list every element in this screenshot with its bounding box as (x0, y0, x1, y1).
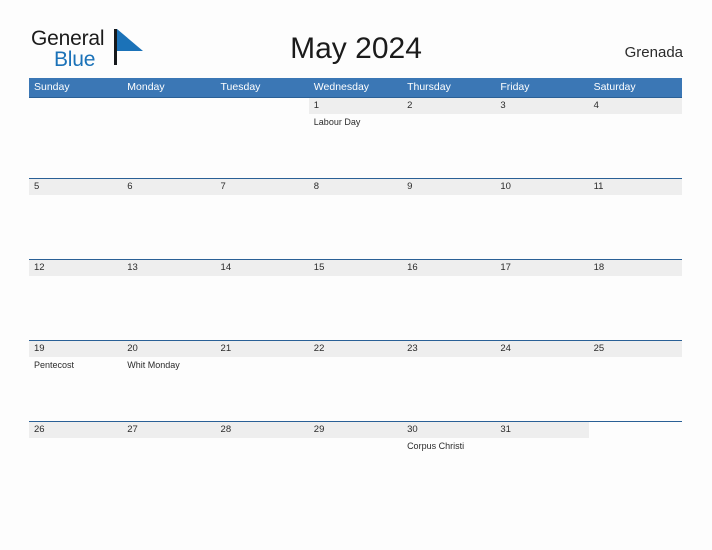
day-event-cell (402, 114, 495, 178)
day-number-cell[interactable]: 8 (308, 179, 403, 195)
calendar-page: General Blue May 2024 Grenada Sunday Mon… (0, 0, 712, 550)
day-event-cell (589, 114, 682, 178)
day-number-cell[interactable]: 7 (215, 179, 309, 195)
weekday-header-saturday: Saturday (593, 81, 636, 93)
week-daynumber-band: 5 6 7 8 9 10 11 (29, 178, 682, 195)
day-event-cell (495, 195, 588, 259)
day-event-cell (29, 276, 122, 340)
calendar-week-row: 19 20 21 22 23 24 25 Pentecost Whit Mond… (29, 340, 682, 421)
day-event-cell (589, 195, 682, 259)
day-event-cell (402, 195, 495, 259)
day-event-cell (495, 276, 588, 340)
week-event-band (29, 195, 682, 259)
day-event-cell (29, 438, 122, 502)
day-number-cell[interactable]: 29 (308, 422, 403, 438)
day-number-cell[interactable]: 14 (215, 260, 309, 276)
day-number-cell[interactable]: 27 (122, 422, 216, 438)
day-event-cell: Whit Monday (127, 360, 180, 370)
day-number-cell[interactable]: 19 (29, 341, 123, 357)
day-event-cell (589, 276, 682, 340)
day-event-cell (309, 276, 402, 340)
day-event-cell (29, 195, 122, 259)
day-number-cell[interactable]: 30 (402, 422, 496, 438)
day-event-cell (216, 438, 309, 502)
week-event-band: Corpus Christi (29, 438, 682, 502)
day-number-cell[interactable]: 20 (122, 341, 216, 357)
day-number-cell[interactable] (122, 98, 216, 114)
day-number-cell[interactable]: 25 (588, 341, 682, 357)
day-event-cell: Labour Day (313, 117, 361, 127)
week-daynumber-band: 19 20 21 22 23 24 25 (29, 340, 682, 357)
weekday-header-thursday: Thursday (407, 81, 451, 93)
weekday-header-row: Sunday Monday Tuesday Wednesday Thursday… (29, 78, 682, 97)
weekday-header-tuesday: Tuesday (220, 81, 261, 93)
day-number-cell[interactable] (215, 98, 309, 114)
day-event-cell (495, 357, 588, 421)
country-label: Grenada (624, 44, 683, 61)
day-number-cell[interactable]: 23 (402, 341, 496, 357)
page-header: General Blue May 2024 Grenada (0, 0, 712, 76)
day-event-cell (402, 276, 495, 340)
day-event-cell (309, 195, 402, 259)
day-event-cell (216, 357, 309, 421)
day-event-cell: Corpus Christi (407, 441, 465, 451)
day-number-cell[interactable] (29, 98, 123, 114)
day-number-cell[interactable]: 18 (588, 260, 682, 276)
day-event-cell (309, 438, 402, 502)
weekday-header-monday: Monday (127, 81, 165, 93)
day-number-cell[interactable]: 11 (588, 179, 682, 195)
day-number-cell[interactable]: 22 (308, 341, 403, 357)
calendar-week-row: 12 13 14 15 16 17 18 (29, 259, 682, 340)
week-event-band: Labour Day (29, 114, 682, 178)
day-number-cell[interactable]: 1 (308, 98, 403, 114)
day-event-cell (122, 114, 215, 178)
day-event-cell (122, 195, 215, 259)
day-number-cell[interactable]: 15 (308, 260, 403, 276)
calendar-week-row: 1 2 3 4 Labour Day (29, 97, 682, 178)
calendar-week-row: 26 27 28 29 30 31 Corpus Christi (29, 421, 682, 502)
weekday-header-sunday: Sunday (34, 81, 70, 93)
day-number-cell[interactable]: 26 (29, 422, 123, 438)
day-number-cell[interactable]: 16 (402, 260, 496, 276)
week-daynumber-band: 26 27 28 29 30 31 (29, 421, 682, 438)
day-event-cell (122, 438, 215, 502)
day-number-cell[interactable]: 2 (402, 98, 496, 114)
day-event-cell (402, 357, 495, 421)
weekday-header-wednesday: Wednesday (313, 81, 370, 93)
week-event-band: Pentecost Whit Monday (29, 357, 682, 421)
day-event-cell: Pentecost (34, 360, 75, 370)
day-event-cell (309, 357, 402, 421)
day-number-cell[interactable]: 28 (215, 422, 309, 438)
day-event-cell (29, 114, 122, 178)
day-event-cell (495, 438, 588, 502)
day-event-cell (589, 438, 682, 502)
calendar-week-row: 5 6 7 8 9 10 11 (29, 178, 682, 259)
day-number-cell[interactable]: 3 (495, 98, 589, 114)
day-number-cell[interactable]: 17 (495, 260, 589, 276)
day-number-cell[interactable]: 12 (29, 260, 123, 276)
day-number-cell[interactable]: 13 (122, 260, 216, 276)
day-number-cell[interactable]: 21 (215, 341, 309, 357)
day-number-cell[interactable] (588, 422, 682, 438)
day-number-cell[interactable]: 4 (588, 98, 682, 114)
day-event-cell (122, 276, 215, 340)
day-event-cell (216, 114, 309, 178)
day-number-cell[interactable]: 5 (29, 179, 123, 195)
week-daynumber-band: 12 13 14 15 16 17 18 (29, 259, 682, 276)
week-daynumber-band: 1 2 3 4 (29, 97, 682, 114)
day-event-cell (495, 114, 588, 178)
week-event-band (29, 276, 682, 340)
day-number-cell[interactable]: 31 (495, 422, 589, 438)
day-event-cell (216, 195, 309, 259)
day-number-cell[interactable]: 24 (495, 341, 589, 357)
day-number-cell[interactable]: 6 (122, 179, 216, 195)
page-title: May 2024 (290, 32, 422, 65)
day-event-cell (589, 357, 682, 421)
weekday-header-friday: Friday (500, 81, 530, 93)
day-event-cell (216, 276, 309, 340)
calendar-grid: Sunday Monday Tuesday Wednesday Thursday… (29, 78, 682, 502)
day-number-cell[interactable]: 9 (402, 179, 496, 195)
day-number-cell[interactable]: 10 (495, 179, 589, 195)
